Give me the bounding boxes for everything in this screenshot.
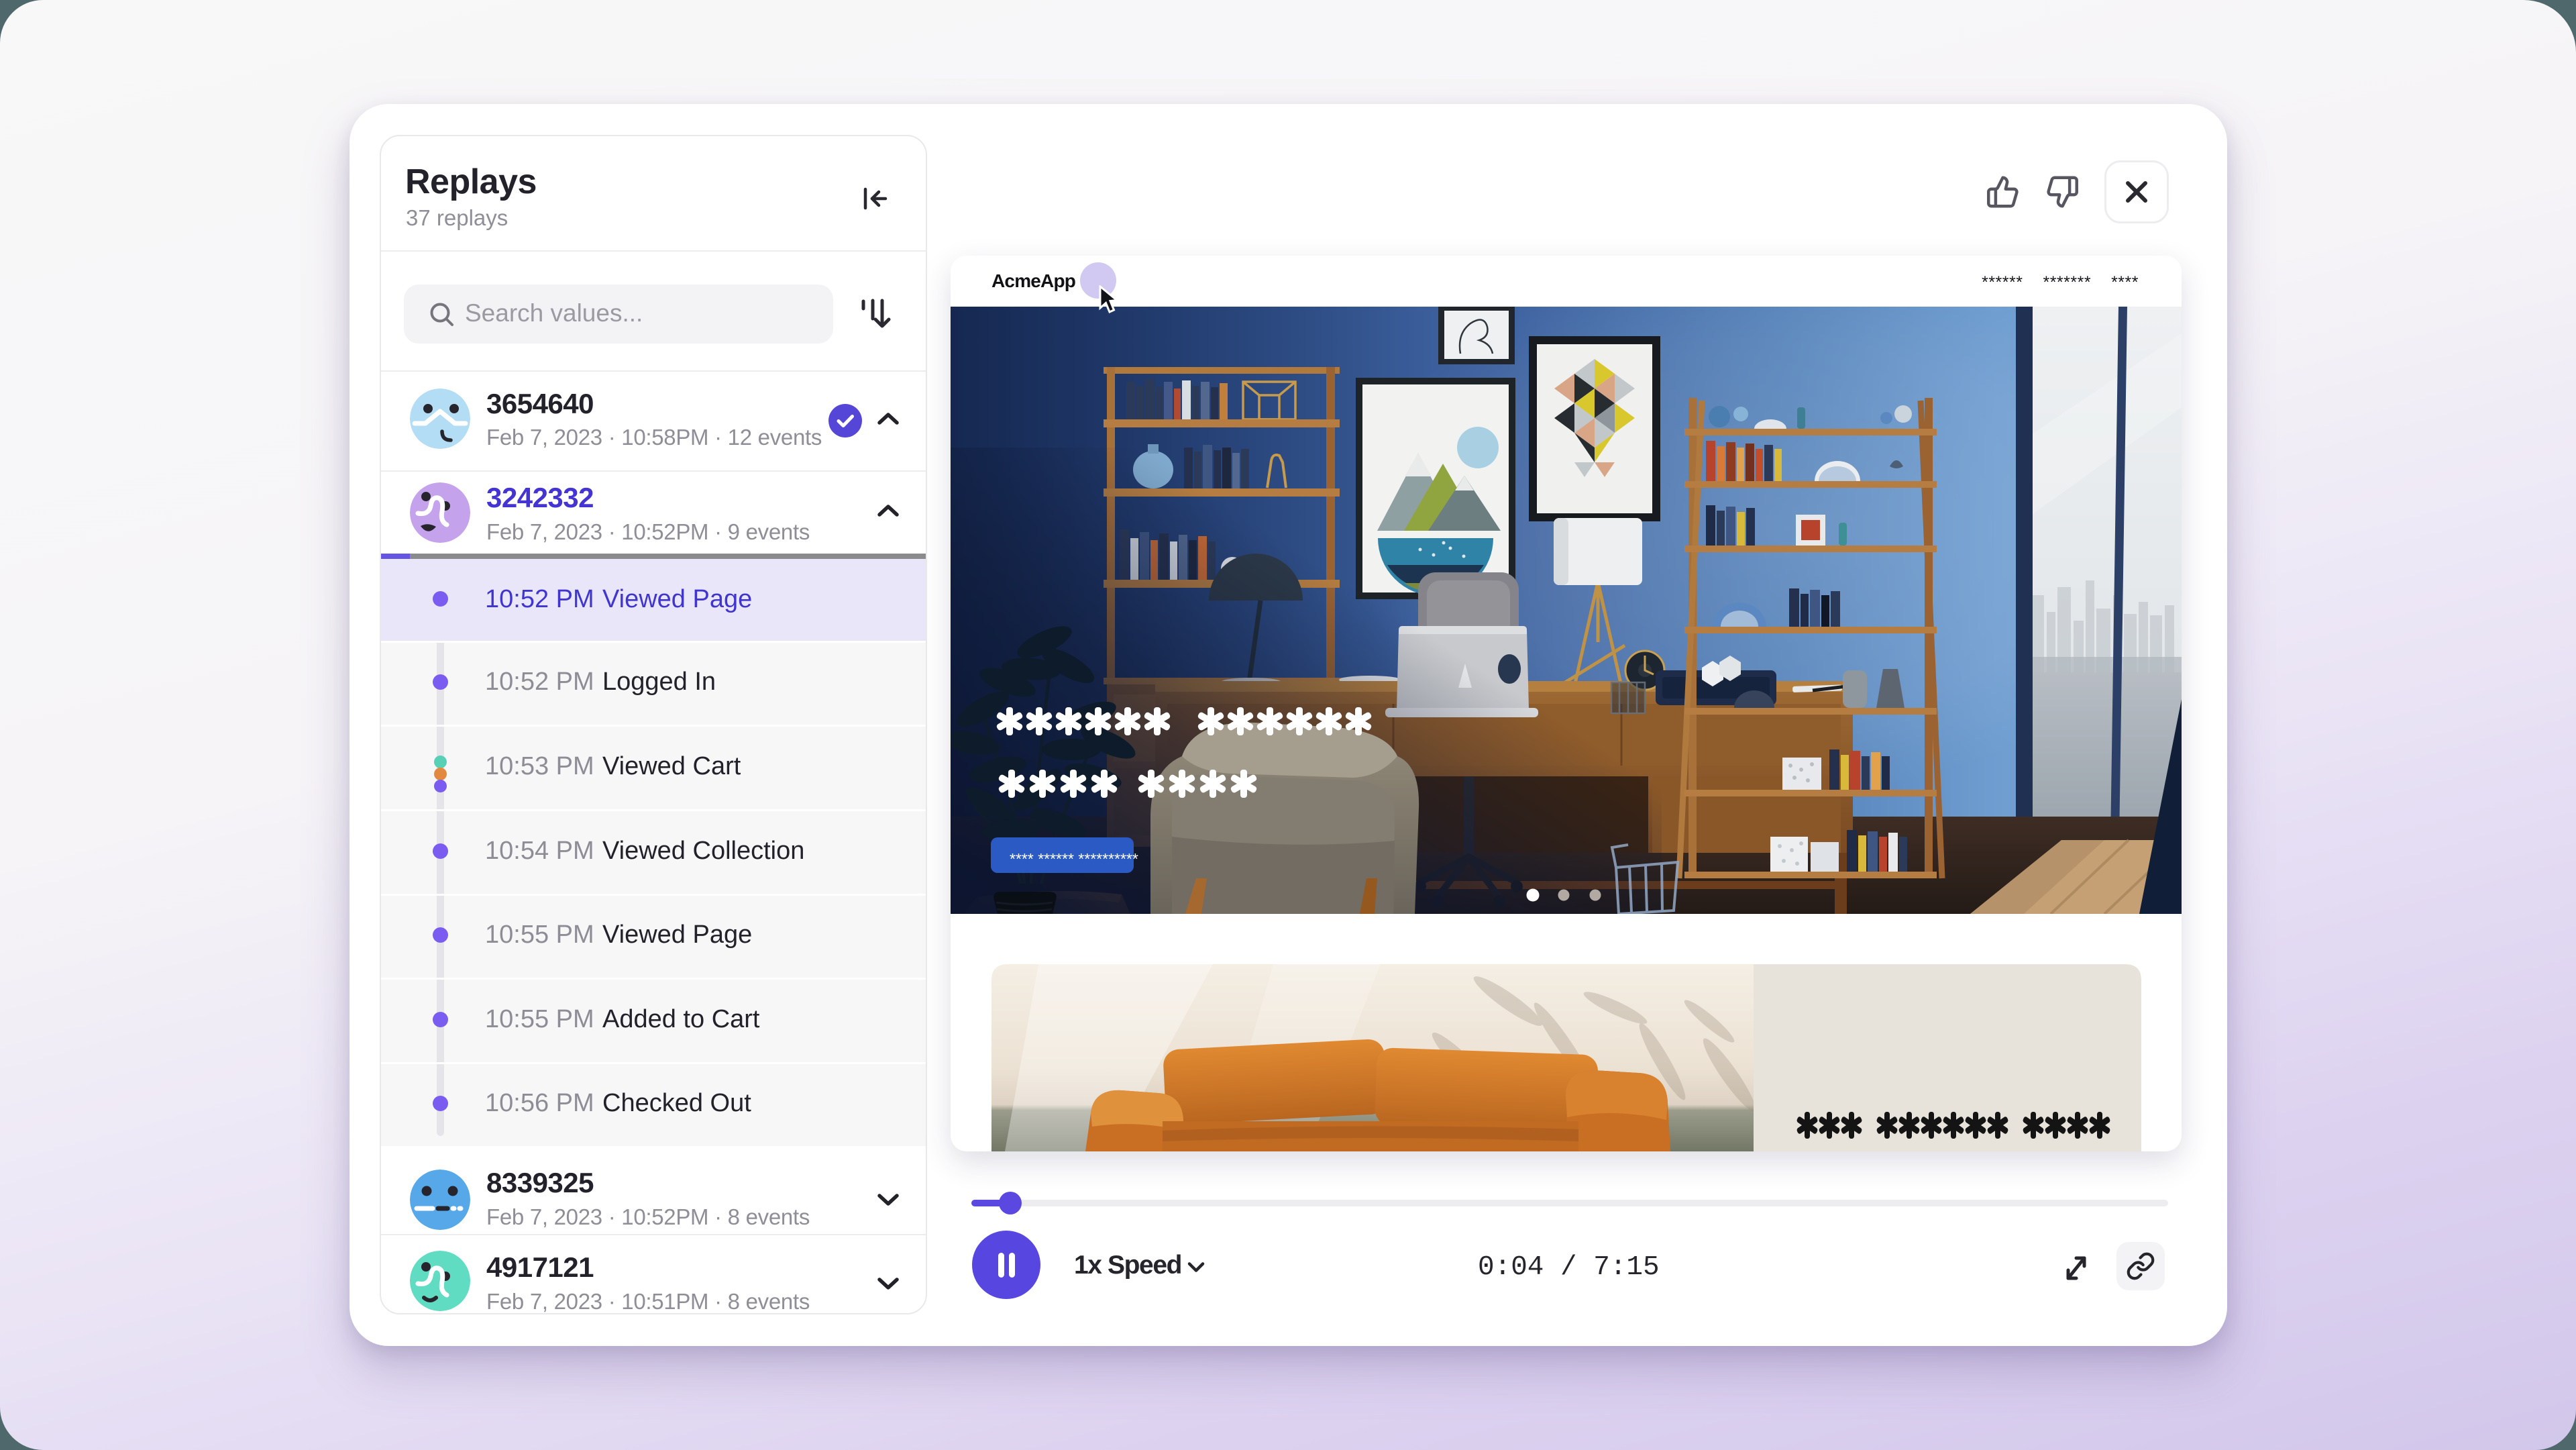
svg-text:**** ****** **********: **** ****** ********** [1010, 850, 1138, 868]
